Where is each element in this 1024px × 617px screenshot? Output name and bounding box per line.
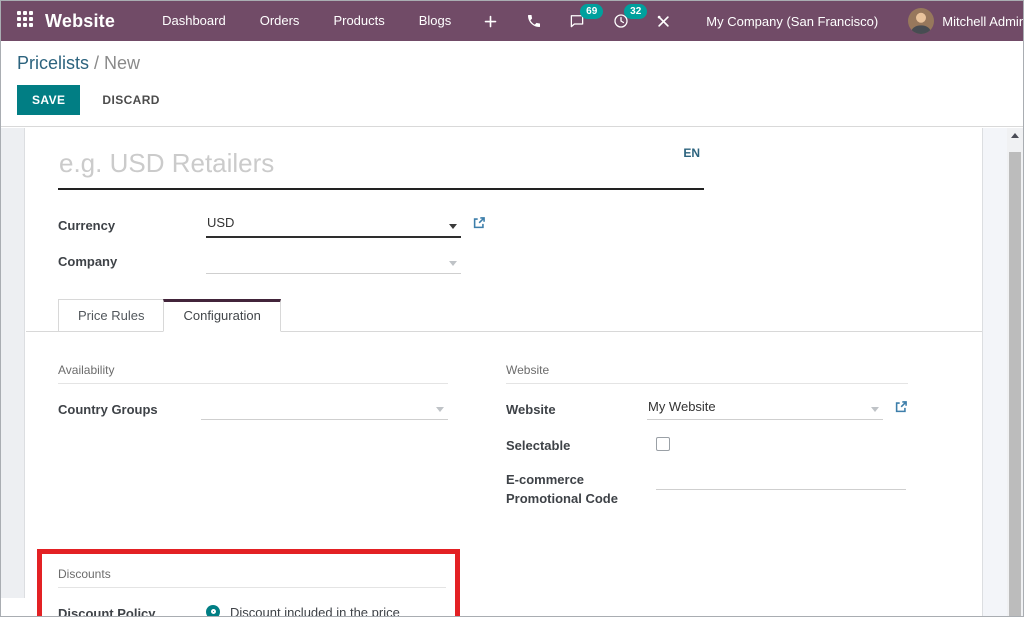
configuration-groups: Availability Country Groups Website Webs… (58, 363, 982, 522)
messages-icon[interactable]: 69 (555, 1, 599, 41)
discount-policy-row: Discount Policy Discount included in the… (58, 603, 441, 616)
website-select[interactable]: My Website (647, 399, 883, 420)
pricelist-name-input[interactable] (58, 144, 704, 190)
app-window: Website Dashboard Orders Products Blogs … (0, 0, 1024, 617)
company-label: Company (58, 254, 206, 274)
chevron-down-icon[interactable] (436, 407, 444, 412)
currency-external-link-icon[interactable] (472, 216, 486, 235)
tab-price-rules[interactable]: Price Rules (58, 299, 164, 331)
app-title[interactable]: Website (45, 11, 115, 32)
selectable-row: Selectable (506, 435, 908, 456)
company-select[interactable] (206, 251, 461, 274)
activities-clock-icon[interactable]: 32 (599, 1, 643, 41)
website-section-title: Website (506, 363, 908, 384)
scrollbar-up-arrow-icon[interactable] (1007, 128, 1023, 143)
top-navbar: Website Dashboard Orders Products Blogs … (1, 1, 1023, 41)
sheet-left-margin (1, 128, 25, 598)
apps-grid-icon[interactable] (17, 11, 33, 31)
vertical-scrollbar[interactable] (1007, 128, 1023, 616)
company-switcher[interactable]: My Company (San Francisco) (684, 14, 896, 29)
website-row: Website My Website (506, 399, 908, 422)
selectable-label: Selectable (506, 435, 656, 456)
save-button[interactable]: SAVE (17, 85, 80, 115)
availability-group: Availability Country Groups (58, 363, 448, 522)
menu-dashboard[interactable]: Dashboard (145, 1, 243, 41)
scrollbar-thumb[interactable] (1009, 152, 1021, 616)
discount-policy-label: Discount Policy (58, 603, 206, 616)
phone-icon[interactable] (513, 1, 555, 41)
chevron-down-icon[interactable] (871, 407, 879, 412)
availability-section-title: Availability (58, 363, 448, 384)
breadcrumb-pricelists-link[interactable]: Pricelists (17, 53, 89, 73)
promo-code-row: E-commerce Promotional Code (506, 469, 908, 509)
country-groups-row: Country Groups (58, 399, 448, 420)
form-view: EN Currency USD Company (1, 128, 1023, 616)
promo-code-label: E-commerce Promotional Code (506, 469, 656, 509)
company-row: Company (58, 251, 982, 274)
navbar-systray: 69 32 My Company (San Francisco) (513, 1, 1024, 41)
breadcrumb: Pricelists / New (17, 53, 1007, 74)
user-avatar[interactable] (908, 8, 934, 34)
menu-products[interactable]: Products (316, 1, 401, 41)
chevron-down-icon[interactable] (449, 224, 457, 229)
radio-option-label: Discount included in the price (230, 603, 400, 616)
radio-option-discount-included[interactable]: Discount included in the price (206, 603, 438, 616)
menu-blogs[interactable]: Blogs (402, 1, 469, 41)
discount-policy-options: Discount included in the price Show publ… (206, 603, 438, 616)
form-sheet: EN Currency USD Company (26, 128, 982, 616)
breadcrumb-current: New (104, 53, 140, 73)
discounts-highlight-box: Discounts Discount Policy Discount inclu… (37, 549, 460, 616)
discard-button[interactable]: DISCARD (98, 85, 163, 115)
tab-configuration[interactable]: Configuration (163, 299, 280, 332)
radio-selected-icon[interactable] (206, 605, 220, 616)
currency-label: Currency (58, 218, 206, 238)
form-action-buttons: SAVE DISCARD (17, 85, 1007, 115)
translation-lang-badge[interactable]: EN (683, 146, 700, 160)
sheet-right-margin (982, 128, 1007, 616)
website-label: Website (506, 399, 647, 420)
website-value: My Website (648, 399, 716, 414)
chevron-down-icon[interactable] (449, 261, 457, 266)
promo-code-input[interactable] (656, 469, 906, 490)
menu-orders[interactable]: Orders (243, 1, 317, 41)
tools-icon[interactable] (643, 1, 684, 41)
breadcrumb-separator: / (89, 53, 104, 73)
currency-select[interactable]: USD (206, 215, 461, 238)
country-groups-select[interactable] (201, 399, 448, 420)
pricelist-name-row: EN (58, 144, 704, 190)
currency-row: Currency USD (58, 215, 982, 238)
currency-value: USD (207, 215, 234, 230)
selectable-checkbox[interactable] (656, 437, 670, 451)
new-content-icon[interactable] (468, 14, 513, 29)
country-groups-label: Country Groups (58, 399, 201, 420)
control-panel: Pricelists / New SAVE DISCARD (1, 41, 1023, 127)
notebook-tabs: Price Rules Configuration (26, 299, 982, 332)
website-group: Website Website My Website Selectable (506, 363, 908, 522)
discounts-section-title: Discounts (58, 567, 446, 588)
website-external-link-icon[interactable] (894, 400, 908, 419)
user-name[interactable]: Mitchell Admin (942, 14, 1024, 29)
main-fields: Currency USD Company (58, 215, 982, 274)
